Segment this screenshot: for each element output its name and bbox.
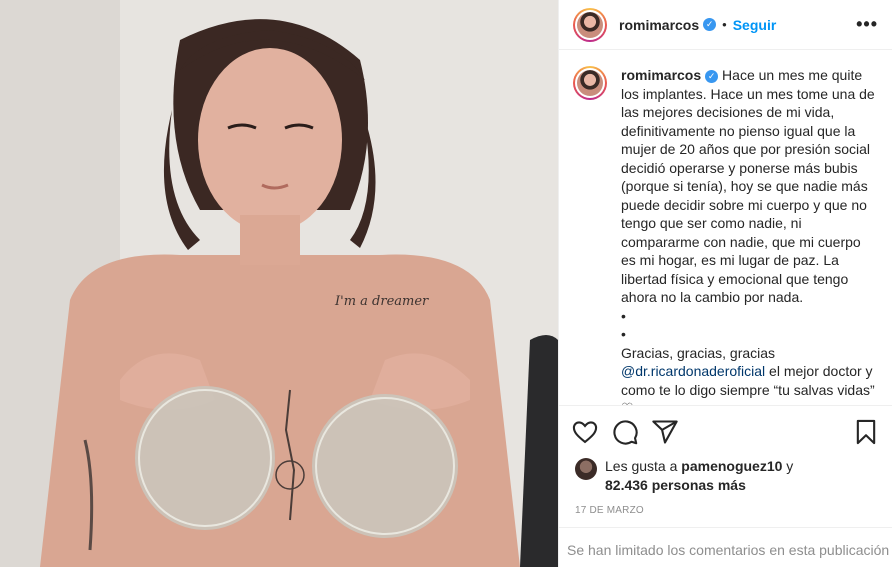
caption-username[interactable]: romimarcos: [621, 67, 701, 83]
author-avatar[interactable]: [573, 7, 607, 42]
post-image[interactable]: I'm a dreamer: [0, 0, 558, 567]
share-icon[interactable]: [651, 418, 679, 446]
caption-body: romimarcos ✓ Hace un mes me quite los imp…: [621, 66, 878, 405]
caption: romimarcos ✓ Hace un mes me quite los imp…: [573, 66, 878, 405]
like-heart-icon[interactable]: [571, 418, 599, 446]
liker-username[interactable]: pamenoguez10: [681, 458, 782, 474]
comment-icon[interactable]: [611, 418, 639, 446]
mention-link[interactable]: @dr.ricardonaderoficial: [621, 363, 765, 379]
likes-count[interactable]: 82.436 personas más: [605, 477, 746, 493]
author-username[interactable]: romimarcos: [619, 17, 699, 33]
save-bookmark-icon[interactable]: [852, 418, 880, 446]
caption-author-avatar[interactable]: [573, 66, 607, 100]
likes-conjunction: y: [782, 458, 794, 474]
likes-text: Les gusta a pamenoguez10 y 82.436 person…: [605, 457, 793, 495]
post-date[interactable]: 17 DE MARZO: [559, 499, 892, 527]
caption-verified-badge-icon: ✓: [705, 69, 719, 83]
header-separator: •: [722, 17, 727, 32]
post-sidebar: romimarcos ✓ • Seguir ••• romimarcos ✓ Ha…: [558, 0, 892, 567]
comments-limited-notice: Se han limitado los comentarios en esta …: [559, 527, 892, 567]
caption-text: Hace un mes me quite los implantes. Hace…: [621, 67, 875, 361]
verified-badge-icon: ✓: [703, 18, 717, 31]
action-bar: [559, 405, 892, 457]
likes-summary: Les gusta a pamenoguez10 y 82.436 person…: [559, 457, 892, 499]
instagram-post: I'm a dreamer romimarcos ✓ • Seguir •••: [0, 0, 892, 567]
photo-illustration: I'm a dreamer: [0, 0, 558, 567]
svg-text:I'm a dreamer: I'm a dreamer: [334, 294, 429, 309]
liker-avatar[interactable]: [575, 458, 597, 480]
follow-button[interactable]: Seguir: [733, 17, 777, 33]
more-options-icon[interactable]: •••: [856, 14, 878, 35]
tattoo-script: I'm a dreamer: [334, 294, 429, 309]
post-header: romimarcos ✓ • Seguir •••: [559, 0, 892, 50]
likes-prefix: Les gusta a: [605, 458, 682, 474]
caption-area: romimarcos ✓ Hace un mes me quite los imp…: [559, 50, 892, 405]
